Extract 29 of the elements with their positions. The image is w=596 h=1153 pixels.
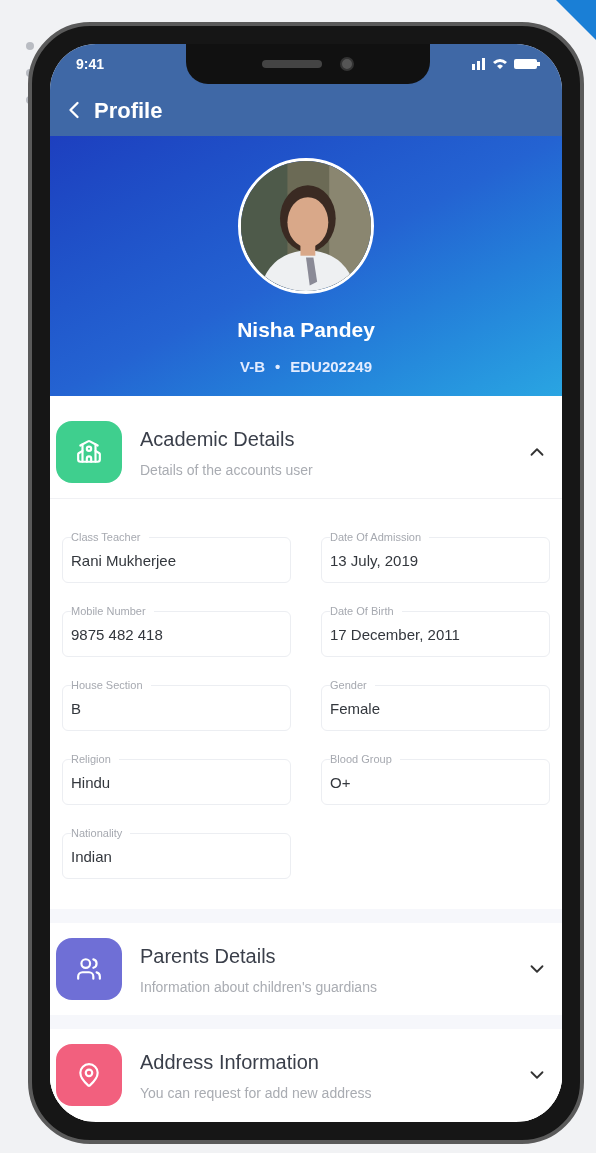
student-name: Nisha Pandey	[237, 317, 375, 343]
status-time: 9:41	[76, 54, 105, 74]
screen-title: Profile	[94, 96, 163, 125]
section-title: Academic Details	[140, 426, 296, 452]
field-value: B	[71, 698, 81, 719]
field-value: O+	[330, 772, 351, 793]
field-value: 13 July, 2019	[330, 550, 419, 571]
wifi-icon	[492, 58, 508, 70]
section-subtitle: Details of the accounts user	[140, 460, 314, 480]
section-title: Address Information	[140, 1049, 320, 1075]
class-label: V-B	[240, 356, 265, 377]
speaker-grille	[262, 60, 322, 68]
field-value: Rani Mukherjee	[71, 550, 177, 571]
school-icon	[76, 439, 102, 465]
section-subtitle: You can request for add new address	[140, 1083, 373, 1103]
field-value: 9875 482 418	[71, 624, 163, 645]
field-value: Hindu	[71, 772, 111, 793]
field-value: 17 December, 2011	[330, 624, 460, 645]
section-title: Parents Details	[140, 943, 277, 969]
field-value: Indian	[71, 846, 112, 867]
battery-icon	[514, 58, 540, 70]
people-icon	[76, 956, 102, 982]
field-value: Female	[330, 698, 381, 719]
separator-dot: •	[275, 356, 281, 377]
signal-icon	[472, 58, 486, 70]
student-id: EDU202249	[290, 356, 372, 377]
back-button[interactable]: Profile	[60, 93, 163, 127]
location-pin-icon	[76, 1062, 102, 1088]
section-subtitle: Information about children's guardians	[140, 977, 378, 997]
